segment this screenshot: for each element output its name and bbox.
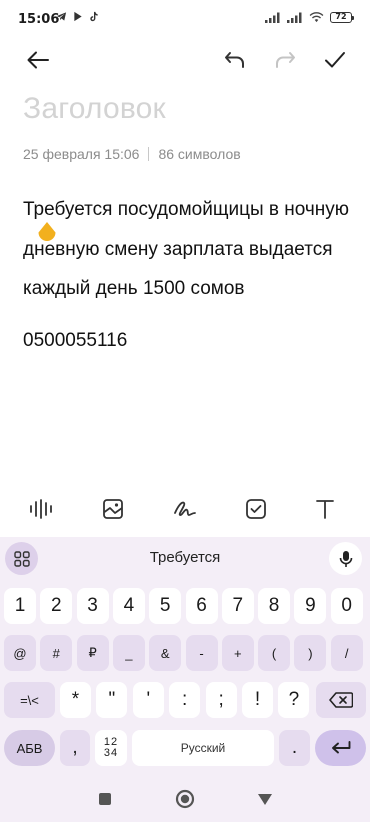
key-symbol-5[interactable]: - <box>185 635 218 671</box>
enter-icon <box>331 741 350 754</box>
key-punct-1[interactable]: " <box>96 682 128 718</box>
symbols-shift-key[interactable]: =\< <box>4 682 55 718</box>
back-nav-button[interactable] <box>254 788 276 810</box>
arrow-left-icon <box>27 51 49 69</box>
signal-icon <box>287 12 302 23</box>
home-button[interactable] <box>174 788 196 810</box>
done-button[interactable] <box>319 44 351 76</box>
period-key[interactable]: . <box>279 730 310 766</box>
checklist-button[interactable] <box>241 494 271 524</box>
redo-button[interactable] <box>269 44 301 76</box>
key-digit-4[interactable]: 5 <box>149 588 182 624</box>
triangle-icon <box>258 794 272 805</box>
voice-input-button[interactable] <box>329 542 362 575</box>
tiktok-icon <box>90 11 98 22</box>
wifi-icon <box>309 12 324 23</box>
note-meta: 25 февраля 15:06 86 символов <box>23 146 241 162</box>
circle-icon <box>175 789 195 809</box>
system-nav-bar <box>0 774 370 822</box>
keyboard-suggestion[interactable]: Требуется <box>0 549 370 566</box>
key-digit-5[interactable]: 6 <box>185 588 218 624</box>
note-toolbar <box>0 40 370 80</box>
key-digit-6[interactable]: 7 <box>221 588 254 624</box>
key-symbol-9[interactable]: / <box>330 635 363 671</box>
keyboard-suggestion-bar: Требуется <box>0 537 370 581</box>
text-format-icon <box>316 500 334 519</box>
comma-key[interactable]: , <box>60 730 90 766</box>
note-date: 25 февраля 15:06 <box>23 146 140 162</box>
check-icon <box>325 52 345 68</box>
key-symbol-7[interactable]: ( <box>258 635 291 671</box>
key-digit-3[interactable]: 4 <box>112 588 145 624</box>
key-digit-7[interactable]: 8 <box>258 588 291 624</box>
meta-divider <box>148 147 150 161</box>
play-icon <box>74 11 82 22</box>
key-punct-0[interactable]: * <box>60 682 91 718</box>
recents-button[interactable] <box>94 788 116 810</box>
undo-icon <box>225 52 244 68</box>
status-time: 15:06 <box>18 12 60 27</box>
format-toolbar <box>0 489 370 529</box>
status-bar: 15:06 72 <box>0 0 370 40</box>
text-cursor-handle[interactable] <box>37 222 57 244</box>
key-digit-1[interactable]: 2 <box>40 588 73 624</box>
image-icon <box>103 499 123 519</box>
status-system-icons: 72 <box>265 12 354 23</box>
microphone-icon <box>339 550 352 567</box>
key-symbol-4[interactable]: & <box>149 635 182 671</box>
key-symbol-2[interactable]: ₽ <box>76 635 109 671</box>
note-char-count: 86 символов <box>158 146 241 162</box>
key-punct-4[interactable]: ; <box>205 682 237 718</box>
space-key[interactable]: Русский <box>132 730 274 766</box>
numpad-key[interactable]: 12 34 <box>95 730 127 766</box>
keyboard: Требуется =\< АБВ , 12 34 Русский . 1234… <box>0 537 370 774</box>
battery-icon: 72 <box>330 12 354 23</box>
key-digit-8[interactable]: 9 <box>294 588 327 624</box>
redo-icon <box>276 52 295 68</box>
back-button[interactable] <box>22 44 54 76</box>
undo-button[interactable] <box>219 44 251 76</box>
key-digit-0[interactable]: 1 <box>4 588 36 624</box>
note-body-text: Требуется посудомойщицы в ночную дневную… <box>23 199 350 299</box>
key-digit-2[interactable]: 3 <box>76 588 109 624</box>
key-symbol-0[interactable]: @ <box>4 635 36 671</box>
backspace-icon <box>329 692 353 708</box>
enter-key[interactable] <box>315 730 366 766</box>
handwriting-icon <box>174 501 196 516</box>
note-title-field[interactable]: Заголовок <box>23 92 166 126</box>
checkbox-icon <box>246 499 266 519</box>
image-button[interactable] <box>98 494 128 524</box>
key-digit-9[interactable]: 0 <box>330 588 363 624</box>
square-icon <box>99 793 111 805</box>
numpad-key-bottom: 34 <box>103 747 119 759</box>
note-phone-text: 0500055116 <box>23 329 128 351</box>
language-switch-key[interactable]: АБВ <box>4 730 55 766</box>
audio-wave-icon <box>30 499 52 519</box>
key-punct-3[interactable]: : <box>169 682 201 718</box>
telegram-icon <box>56 12 67 21</box>
signal-icon <box>265 12 280 23</box>
key-punct-6[interactable]: ? <box>278 682 310 718</box>
key-punct-5[interactable]: ! <box>242 682 273 718</box>
status-notification-icons <box>56 11 99 22</box>
backspace-key[interactable] <box>316 682 366 718</box>
key-symbol-8[interactable]: ) <box>294 635 327 671</box>
key-symbol-6[interactable]: + <box>221 635 254 671</box>
handwriting-button[interactable] <box>170 494 200 524</box>
note-body-field[interactable]: Требуется посудомойщицы в ночную дневную… <box>23 190 353 360</box>
key-punct-2[interactable]: ' <box>132 682 164 718</box>
key-symbol-3[interactable]: _ <box>112 635 145 671</box>
audio-button[interactable] <box>26 494 56 524</box>
text-format-button[interactable] <box>310 494 340 524</box>
key-symbol-1[interactable]: # <box>40 635 73 671</box>
